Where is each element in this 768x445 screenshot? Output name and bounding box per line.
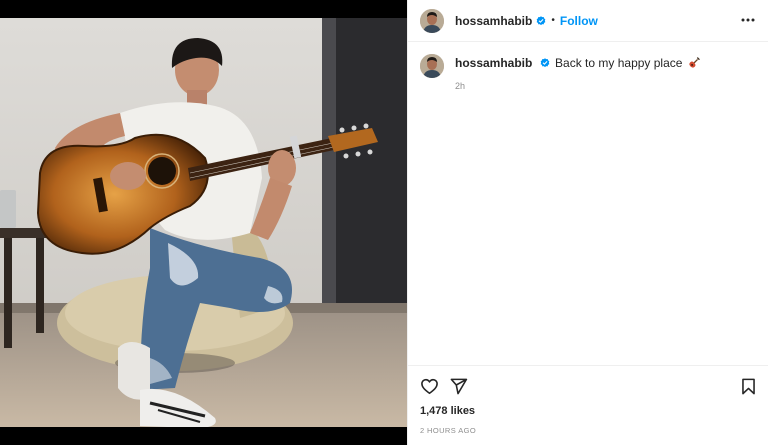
like-button[interactable] xyxy=(420,377,439,396)
bookmark-icon xyxy=(742,378,755,395)
more-options-icon[interactable] xyxy=(740,12,756,28)
instagram-post: hossamhabib • Follow hossamhabib Back to… xyxy=(0,0,768,445)
avatar-image xyxy=(420,8,444,33)
caption-body: hossamhabib Back to my happy place 2h xyxy=(455,56,701,93)
post-caption: hossamhabib Back to my happy place 2h xyxy=(420,54,760,93)
verified-badge-icon xyxy=(537,15,546,25)
post-timestamp[interactable]: 2 HOURS AGO xyxy=(420,426,476,435)
caption-text: Back to my happy place xyxy=(555,56,683,70)
separator-dot: • xyxy=(551,15,555,26)
action-bar xyxy=(408,365,768,405)
post-header: hossamhabib • Follow xyxy=(408,0,768,42)
caption-username[interactable]: hossamhabib xyxy=(455,56,532,70)
paper-plane-icon xyxy=(450,378,468,395)
save-button[interactable] xyxy=(739,377,758,396)
likes-count[interactable]: 1,478 likes xyxy=(420,405,475,417)
caption-avatar[interactable] xyxy=(420,54,444,78)
caption-verified-badge-icon xyxy=(540,58,550,68)
caption-avatar-image xyxy=(420,54,444,78)
author-avatar[interactable] xyxy=(420,8,444,33)
guitar-emoji-icon xyxy=(689,57,700,68)
author-username[interactable]: hossamhabib xyxy=(455,14,532,28)
post-media xyxy=(0,0,407,445)
post-photo[interactable] xyxy=(0,18,407,427)
caption-time: 2h xyxy=(455,81,466,91)
post-side-panel: hossamhabib • Follow hossamhabib Back to… xyxy=(407,0,768,445)
share-button[interactable] xyxy=(449,377,468,396)
heart-icon xyxy=(421,378,438,395)
photo-illustration xyxy=(0,18,407,427)
follow-button[interactable]: Follow xyxy=(560,14,598,28)
